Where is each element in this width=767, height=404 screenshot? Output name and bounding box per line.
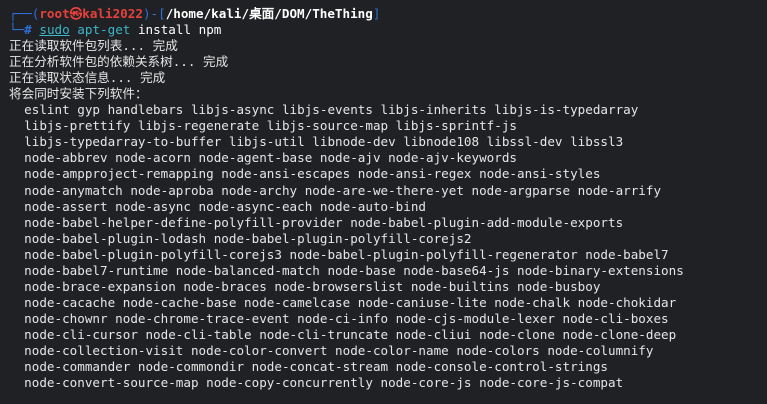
prompt-path: /home/kali/桌面/DOM/TheThing <box>165 6 373 21</box>
package-line: node-ampproject-remapping node-ansi-esca… <box>9 166 601 182</box>
prompt-frame-close: ] <box>372 6 381 21</box>
command-name: apt-get <box>77 22 131 38</box>
prompt-hash: # <box>24 22 32 38</box>
package-line: node-brace-expansion node-braces node-br… <box>9 278 601 294</box>
package-line: node-babel-plugin-polyfill-corejs3 node-… <box>9 246 669 262</box>
package-line: node-convert-source-map node-copy-concur… <box>9 375 624 391</box>
package-line: node-babel7-runtime node-balanced-match … <box>9 262 684 278</box>
package-line: libjs-typedarray-to-buffer libjs-util li… <box>9 134 624 150</box>
status-output: 正在读取软件包列表... 完成 正在分析软件包的依赖关系树... 完成 正在读取… <box>9 38 767 102</box>
status-line: 正在读取软件包列表... 完成 <box>9 38 178 54</box>
package-line: node-abbrev node-acorn node-agent-base n… <box>9 150 517 166</box>
package-line: node-commander node-commondir node-conca… <box>9 359 608 375</box>
prompt-user-host: root㉿kali2022 <box>39 6 143 21</box>
prompt-frame-open: ┌──( <box>9 6 40 21</box>
command-args: install npm <box>137 22 222 38</box>
package-line: node-babel-helper-define-polyfill-provid… <box>9 214 624 230</box>
package-list: eslint gyp handlebars libjs-async libjs-… <box>9 102 767 391</box>
prompt-frame-mid: )-[ <box>142 6 166 21</box>
status-line: 正在读取状态信息... 完成 <box>9 70 166 86</box>
package-line: node-assert node-async node-async-each n… <box>9 198 427 214</box>
status-line: 正在分析软件包的依赖关系树... 完成 <box>9 54 229 70</box>
package-line: node-babel-plugin-lodash node-babel-plug… <box>9 230 472 246</box>
prompt-line2-prefix: └─ <box>9 22 25 38</box>
package-line: node-chownr node-chrome-trace-event node… <box>9 310 669 326</box>
terminal-window[interactable]: ┌──(root㉿kali2022)-[/home/kali/桌面/DOM/Th… <box>0 0 767 404</box>
prompt-line-1: ┌──(root㉿kali2022)-[/home/kali/桌面/DOM/Th… <box>9 6 767 22</box>
package-line: eslint gyp handlebars libjs-async libjs-… <box>9 102 639 118</box>
status-line: 将会同时安装下列软件： <box>9 86 148 102</box>
command-sudo: sudo <box>39 22 70 38</box>
prompt-line-2: └─# sudo apt-get install npm <box>9 22 767 38</box>
package-line: node-cli-cursor node-cli-table node-cli-… <box>9 326 677 342</box>
package-line: node-cacache node-cache-base node-camelc… <box>9 294 677 310</box>
package-line: libjs-prettify libjs-regenerate libjs-so… <box>9 118 517 134</box>
package-line: node-anymatch node-aproba node-archy nod… <box>9 182 662 198</box>
package-line: node-collection-visit node-color-convert… <box>9 342 654 358</box>
